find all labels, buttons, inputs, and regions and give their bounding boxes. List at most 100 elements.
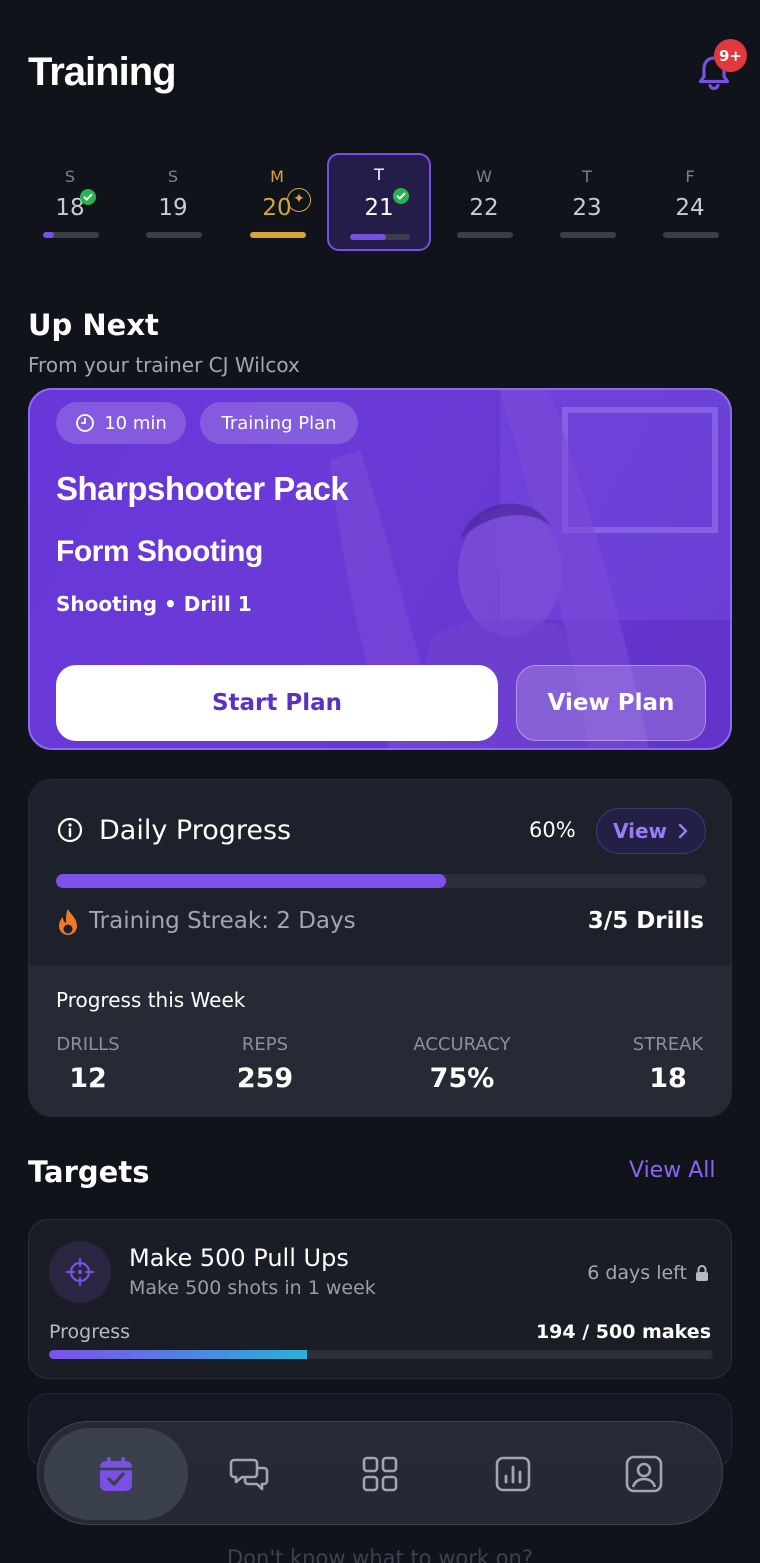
stat-label: REPS	[241, 1034, 289, 1055]
day-23[interactable]: T 23	[535, 153, 639, 251]
duration-text: 10 min	[104, 412, 167, 434]
daily-progress-view-button[interactable]: View	[596, 808, 706, 854]
daily-progress-bar	[56, 874, 706, 888]
day-progress-bar	[663, 232, 719, 238]
stat-value: 75%	[429, 1063, 495, 1094]
notification-badge: 9+	[714, 39, 747, 72]
day-progress-bar	[250, 232, 306, 238]
daily-progress-fill	[56, 874, 446, 888]
daily-progress-card: Daily Progress 60% View Training Streak:…	[28, 779, 732, 1117]
day-number: 24	[675, 195, 705, 221]
day-number: 21	[364, 195, 394, 221]
time-left-text: 6 days left	[587, 1262, 687, 1284]
day-number: 20	[262, 195, 292, 221]
clock-icon	[76, 414, 95, 432]
nav-stats[interactable]	[458, 1422, 568, 1526]
info-icon	[57, 817, 83, 843]
profile-icon	[625, 1455, 663, 1493]
flame-icon	[59, 909, 77, 935]
training-streak: Training Streak: 2 Days	[89, 908, 356, 934]
day-number: 23	[572, 195, 602, 221]
plan-tag-pill: Training Plan	[200, 402, 358, 444]
day-20[interactable]: M 20 ✦	[225, 153, 329, 251]
stat-reps: REPS 259	[229, 1034, 301, 1094]
plan-tag-text: Training Plan	[221, 412, 337, 434]
day-number: 18	[55, 195, 85, 221]
day-letter: S	[167, 167, 179, 186]
day-number: 19	[158, 195, 188, 221]
crosshair-icon	[65, 1257, 95, 1287]
day-progress-bar	[457, 232, 513, 238]
day-18[interactable]: S 18	[18, 153, 122, 251]
stats-icon	[495, 1456, 531, 1492]
day-progress-bar	[350, 234, 410, 240]
day-letter: M	[270, 167, 284, 186]
duration-pill: 10 min	[56, 402, 186, 444]
bottom-nav	[37, 1421, 723, 1525]
stat-value: 259	[236, 1063, 294, 1094]
nav-profile[interactable]	[589, 1422, 699, 1526]
target-name: Make 500 Pull Ups	[129, 1244, 349, 1272]
start-plan-button[interactable]: Start Plan	[56, 665, 498, 741]
drill-meta: Shooting • Drill 1	[56, 592, 252, 616]
check-icon	[393, 188, 409, 204]
stat-label: STREAK	[632, 1034, 704, 1055]
day-22[interactable]: W 22	[432, 153, 536, 251]
view-all-link[interactable]: View All	[629, 1158, 715, 1183]
target-time-left: 6 days left	[587, 1262, 709, 1284]
view-label: View	[612, 819, 668, 843]
day-letter: W	[476, 167, 492, 186]
page-title: Training	[28, 50, 177, 94]
day-letter: F	[685, 167, 695, 186]
day-progress-fill	[43, 232, 55, 238]
stat-value: 12	[69, 1063, 107, 1094]
lock-icon	[696, 1265, 708, 1281]
up-next-card[interactable]: 10 min Training Plan Sharpshooter Pack F…	[28, 388, 732, 750]
drills-count: 3/5 Drills	[587, 908, 704, 934]
sparkle-icon: ✦	[287, 188, 311, 212]
nav-library[interactable]	[325, 1422, 435, 1526]
stat-accuracy: ACCURACY 75%	[407, 1034, 517, 1094]
day-21-selected[interactable]: T 21	[327, 153, 431, 251]
up-next-heading: Up Next	[28, 308, 159, 342]
drill-title: Form Shooting	[56, 535, 263, 568]
day-progress-fill	[350, 234, 386, 240]
nav-training[interactable]	[44, 1428, 188, 1520]
help-hint[interactable]: Don't know what to work on?	[0, 1546, 760, 1563]
stat-label: ACCURACY	[413, 1034, 511, 1055]
target-card[interactable]: Make 500 Pull Ups Make 500 shots in 1 we…	[28, 1219, 732, 1379]
target-progress-label: Progress	[49, 1321, 131, 1343]
day-progress-bar	[146, 232, 202, 238]
grid-icon	[362, 1456, 398, 1492]
view-plan-button[interactable]: View Plan	[516, 665, 706, 741]
daily-progress-label: Daily Progress	[99, 815, 292, 846]
trainer-subtitle: From your trainer CJ Wilcox	[28, 353, 300, 377]
target-progress-value: 194 / 500 makes	[535, 1321, 711, 1343]
calendar-icon	[100, 1457, 132, 1491]
target-icon-badge	[49, 1241, 111, 1303]
target-description: Make 500 shots in 1 week	[129, 1277, 376, 1299]
stat-drills: DRILLS 12	[56, 1034, 120, 1094]
target-progress-bar	[49, 1350, 713, 1359]
day-letter: T	[582, 167, 592, 186]
check-icon	[80, 189, 96, 205]
day-19[interactable]: S 19	[121, 153, 225, 251]
day-progress-bar	[560, 232, 616, 238]
week-progress-label: Progress this Week	[56, 988, 246, 1012]
chat-icon	[229, 1458, 269, 1491]
target-progress-fill	[49, 1350, 307, 1359]
nav-messages[interactable]	[195, 1422, 305, 1526]
day-letter: S	[64, 167, 76, 186]
week-strip: S 18 S 19 M 20 ✦ T 21 W 22 T 23 F 24	[18, 153, 742, 251]
pack-title: Sharpshooter Pack	[56, 470, 349, 507]
stat-label: DRILLS	[56, 1034, 120, 1055]
targets-heading: Targets	[28, 1155, 150, 1189]
day-24[interactable]: F 24	[638, 153, 742, 251]
chevron-right-icon	[678, 823, 688, 839]
stat-streak: STREAK 18	[627, 1034, 709, 1094]
day-number: 22	[469, 195, 499, 221]
day-letter: T	[374, 165, 384, 184]
day-progress-bar	[43, 232, 99, 238]
stat-value: 18	[649, 1063, 687, 1094]
daily-progress-percent: 60%	[529, 818, 576, 842]
